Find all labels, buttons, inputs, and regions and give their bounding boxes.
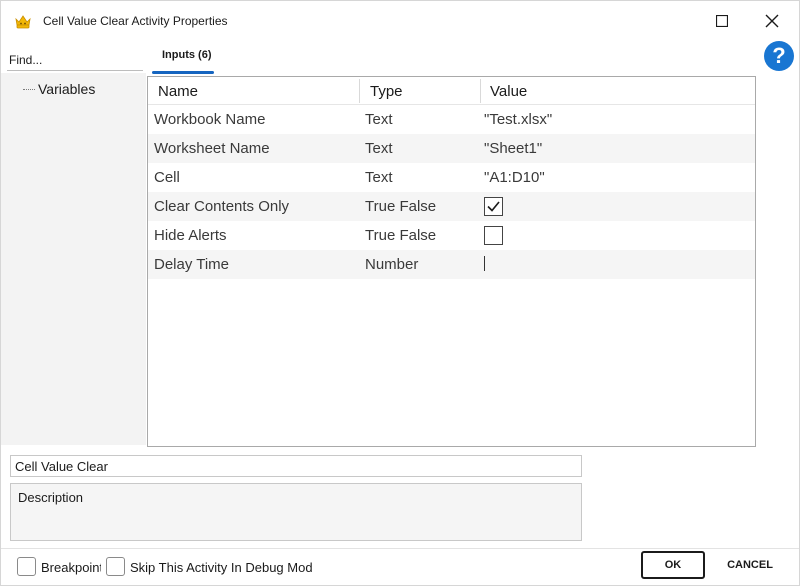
description-label: Description xyxy=(18,490,84,505)
activity-name-input[interactable] xyxy=(10,455,582,477)
column-separator[interactable] xyxy=(480,79,481,103)
property-name: Worksheet Name xyxy=(154,140,270,157)
column-separator[interactable] xyxy=(359,79,360,103)
property-grid: Name Type Value Workbook Name Text "Test… xyxy=(147,76,756,447)
property-value[interactable]: "Test.xlsx" xyxy=(484,111,552,128)
tree-item-variables[interactable]: Variables xyxy=(23,81,95,97)
title-bar: Cell Value Clear Activity Properties xyxy=(1,1,799,41)
property-name: Cell xyxy=(154,169,180,186)
property-name: Hide Alerts xyxy=(154,227,227,244)
property-name: Workbook Name xyxy=(154,111,266,128)
active-tab-indicator xyxy=(152,71,214,74)
window-title: Cell Value Clear Activity Properties xyxy=(43,14,228,28)
table-row[interactable]: Delay Time Number xyxy=(148,250,755,279)
close-button[interactable] xyxy=(759,9,785,33)
table-row[interactable]: Hide Alerts True False xyxy=(148,221,755,250)
find-input[interactable]: Find... xyxy=(9,53,42,67)
column-header-value[interactable]: Value xyxy=(490,83,527,100)
description-input[interactable]: Description xyxy=(10,483,582,541)
property-type: True False xyxy=(365,198,437,215)
property-type: Number xyxy=(365,256,419,273)
table-row[interactable]: Clear Contents Only True False xyxy=(148,192,755,221)
property-type: True False xyxy=(365,227,437,244)
column-header-name[interactable]: Name xyxy=(158,83,198,100)
hide-alerts-checkbox[interactable] xyxy=(484,226,503,245)
tree-item-label: Variables xyxy=(38,81,96,97)
breakpoint-label: Breakpoint xyxy=(41,560,101,575)
property-type: Text xyxy=(365,111,393,128)
clear-contents-only-checkbox[interactable] xyxy=(484,197,503,216)
property-type: Text xyxy=(365,140,393,157)
cancel-button[interactable]: CANCEL xyxy=(721,551,779,579)
table-row[interactable]: Workbook Name Text "Test.xlsx" xyxy=(148,105,755,134)
property-name: Clear Contents Only xyxy=(154,198,290,215)
ok-button[interactable]: OK xyxy=(641,551,705,579)
tab-inputs[interactable]: Inputs (6) xyxy=(162,49,212,61)
robot-crown-icon xyxy=(13,13,33,29)
table-row[interactable]: Cell Text "A1:D10" xyxy=(148,163,755,192)
question-icon: ? xyxy=(772,43,786,68)
delay-time-input-caret[interactable] xyxy=(484,256,485,271)
skip-in-debug-checkbox[interactable] xyxy=(106,557,125,576)
close-icon xyxy=(765,14,779,28)
help-button[interactable]: ? xyxy=(764,41,794,71)
property-value[interactable]: "A1:D10" xyxy=(484,169,545,186)
column-header-type[interactable]: Type xyxy=(370,83,403,100)
maximize-icon xyxy=(716,15,728,27)
footer-divider xyxy=(1,548,799,549)
property-value[interactable]: "Sheet1" xyxy=(484,140,542,157)
table-row[interactable]: Worksheet Name Text "Sheet1" xyxy=(148,134,755,163)
property-name: Delay Time xyxy=(154,256,230,273)
checkmark-icon xyxy=(487,201,500,212)
find-underline xyxy=(7,70,143,71)
tree-connector xyxy=(23,88,35,90)
maximize-button[interactable] xyxy=(709,9,735,33)
variables-tree: Variables xyxy=(1,73,146,445)
property-type: Text xyxy=(365,169,393,186)
properties-dialog: Cell Value Clear Activity Properties Fin… xyxy=(0,0,800,586)
breakpoint-checkbox[interactable] xyxy=(17,557,36,576)
grid-header: Name Type Value xyxy=(148,77,755,105)
skip-in-debug-label: Skip This Activity In Debug Mode xyxy=(130,560,312,575)
